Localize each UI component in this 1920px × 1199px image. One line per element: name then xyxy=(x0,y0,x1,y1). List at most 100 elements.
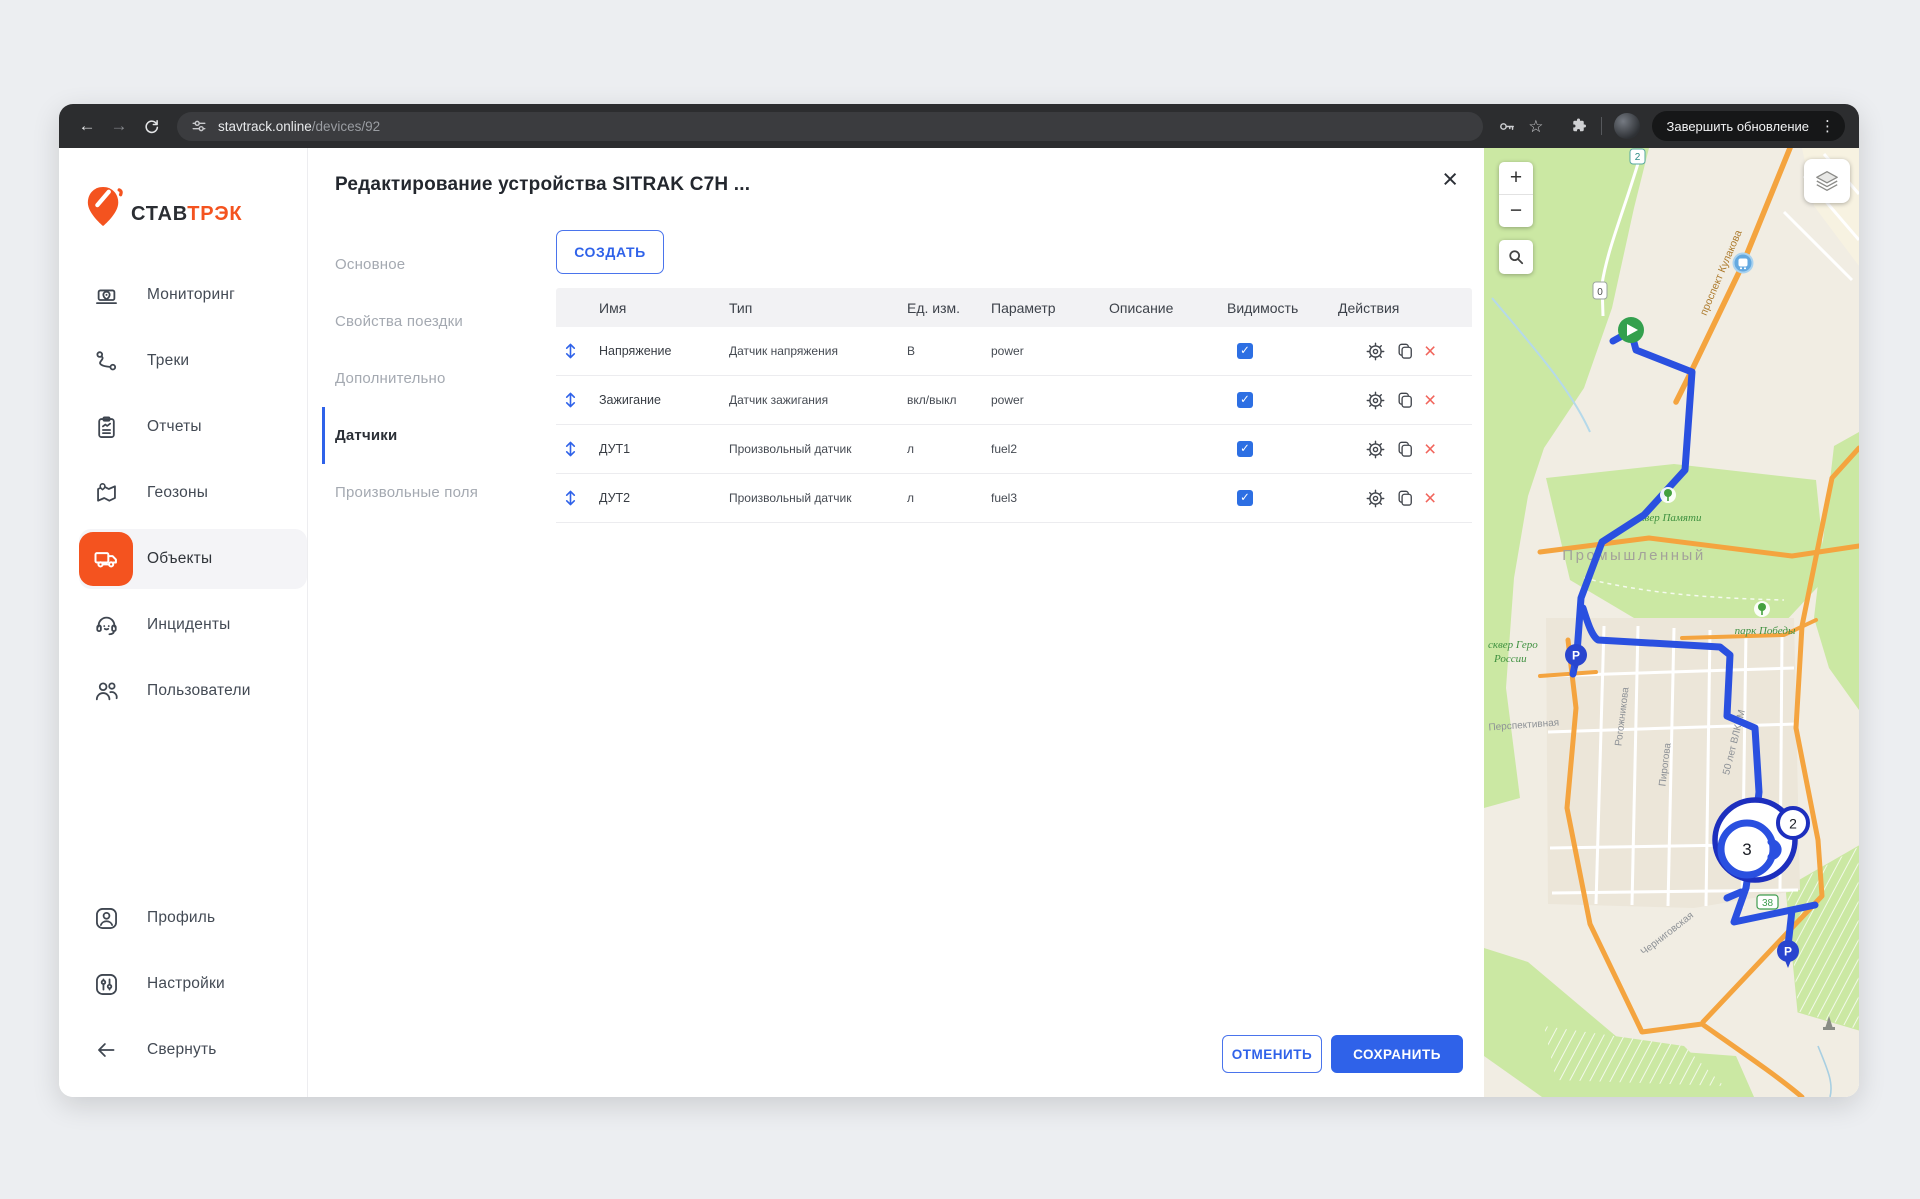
headset-icon xyxy=(79,598,133,652)
gear-icon[interactable] xyxy=(1365,341,1386,362)
sidebar-item-profile[interactable]: Профиль xyxy=(59,885,307,951)
toolbar-separator xyxy=(1601,117,1602,135)
sensor-type: Произвольный датчик xyxy=(714,491,892,505)
col-header-unit: Ед. изм. xyxy=(892,300,976,316)
sensor-row: Зажигание Датчик зажигания вкл/выкл powe… xyxy=(556,376,1472,425)
map-canvas[interactable]: Промышленный сквер Памяти парк Победы ск… xyxy=(1484,148,1859,1097)
sensors-table: Имя Тип Ед. изм. Параметр Описание Видим… xyxy=(556,288,1472,523)
back-arrow-icon[interactable]: ← xyxy=(73,112,101,140)
visibility-checkbox[interactable]: ✓ xyxy=(1237,490,1253,506)
sidebar-item-label: Мониторинг xyxy=(147,286,235,304)
sidebar-item-label: Геозоны xyxy=(147,484,208,502)
sidebar-item-monitoring[interactable]: Мониторинг xyxy=(59,262,307,328)
extensions-puzzle-icon[interactable] xyxy=(1571,117,1589,135)
svg-text:2: 2 xyxy=(1635,152,1641,163)
cancel-button[interactable]: ОТМЕНИТЬ xyxy=(1222,1035,1322,1073)
sidebar-item-tracks[interactable]: Треки xyxy=(59,328,307,394)
delete-icon[interactable]: × xyxy=(1424,341,1436,362)
tab-additional[interactable]: Дополнительно xyxy=(322,350,550,407)
copy-icon[interactable] xyxy=(1395,390,1415,410)
sensor-param: fuel3 xyxy=(976,491,1094,505)
drag-handle-icon[interactable] xyxy=(556,439,584,459)
map-zoom-control: + − xyxy=(1499,162,1533,227)
delete-icon[interactable]: × xyxy=(1424,390,1436,411)
svg-text:2: 2 xyxy=(1789,816,1797,832)
sensor-param: power xyxy=(976,393,1094,407)
save-button[interactable]: СОХРАНИТЬ xyxy=(1331,1035,1463,1073)
close-icon[interactable]: × xyxy=(1442,166,1458,193)
bus-stop-icon xyxy=(1734,254,1753,273)
route-start-marker[interactable] xyxy=(1618,317,1644,343)
visibility-checkbox[interactable]: ✓ xyxy=(1237,343,1253,359)
tab-custom-fields[interactable]: Произвольные поля xyxy=(322,464,550,521)
stavtrack-logo[interactable]: СТАВТРЭК xyxy=(59,148,307,244)
sensor-param: fuel2 xyxy=(976,442,1094,456)
layers-icon xyxy=(1814,168,1840,194)
visibility-checkbox[interactable]: ✓ xyxy=(1237,392,1253,408)
reload-icon[interactable] xyxy=(137,112,165,140)
tab-sensors[interactable]: Датчики xyxy=(322,407,550,464)
sidebar-item-geozones[interactable]: Геозоны xyxy=(59,460,307,526)
profile-avatar[interactable] xyxy=(1614,113,1640,139)
delete-icon[interactable]: × xyxy=(1424,488,1436,509)
sensor-name: Зажигание xyxy=(584,393,714,407)
sensor-param: power xyxy=(976,344,1094,358)
passwords-key-icon[interactable] xyxy=(1497,117,1516,136)
gear-icon[interactable] xyxy=(1365,439,1386,460)
col-header-name: Имя xyxy=(584,300,714,316)
zoom-in-button[interactable]: + xyxy=(1499,162,1533,194)
logo-pin-icon xyxy=(85,184,123,230)
sidebar-item-label: Объекты xyxy=(147,550,212,568)
sensor-row: ДУТ1 Произвольный датчик л fuel2 ✓ × xyxy=(556,425,1472,474)
drag-handle-icon[interactable] xyxy=(556,488,584,508)
browser-window: ← → stavtrack.online/devices/92 ☆ Заверш… xyxy=(59,104,1859,1097)
copy-icon[interactable] xyxy=(1395,439,1415,459)
sensor-unit: вкл/выкл xyxy=(892,393,976,407)
address-bar[interactable]: stavtrack.online/devices/92 xyxy=(177,112,1483,141)
map-search-button[interactable] xyxy=(1499,240,1533,274)
tab-general[interactable]: Основное xyxy=(322,236,550,293)
sidebar-item-label: Инциденты xyxy=(147,616,231,634)
sidebar-item-objects[interactable]: Объекты xyxy=(59,526,307,592)
sidebar-item-label: Настройки xyxy=(147,975,225,993)
sidebar-item-settings[interactable]: Настройки xyxy=(59,951,307,1017)
gear-icon[interactable] xyxy=(1365,488,1386,509)
finish-update-button[interactable]: Завершить обновление ⋮ xyxy=(1652,111,1845,141)
delete-icon[interactable]: × xyxy=(1424,439,1436,460)
svg-text:0: 0 xyxy=(1597,287,1603,298)
visibility-checkbox[interactable]: ✓ xyxy=(1237,441,1253,457)
site-settings-icon[interactable] xyxy=(191,118,207,134)
gear-icon[interactable] xyxy=(1365,390,1386,411)
logo-text: СТАВТРЭК xyxy=(131,203,242,226)
map-layers-button[interactable] xyxy=(1804,159,1850,203)
sidebar-item-collapse[interactable]: Свернуть xyxy=(59,1017,307,1083)
forward-arrow-icon[interactable]: → xyxy=(105,112,133,140)
svg-text:38: 38 xyxy=(1762,898,1774,909)
sensor-name: ДУТ1 xyxy=(584,442,714,456)
sidebar-item-reports[interactable]: Отчеты xyxy=(59,394,307,460)
zoom-out-button[interactable]: − xyxy=(1499,195,1533,227)
sidebar-item-label: Отчеты xyxy=(147,418,202,436)
map-panel[interactable]: Промышленный сквер Памяти парк Победы ск… xyxy=(1484,148,1859,1097)
copy-icon[interactable] xyxy=(1395,488,1415,508)
browser-menu-kebab-icon[interactable]: ⋮ xyxy=(1817,117,1838,135)
sensor-type: Датчик напряжения xyxy=(714,344,892,358)
sensor-type: Датчик зажигания xyxy=(714,393,892,407)
search-icon xyxy=(1508,249,1524,265)
create-sensor-button[interactable]: СОЗДАТЬ xyxy=(556,230,664,274)
copy-icon[interactable] xyxy=(1395,341,1415,361)
geozones-icon xyxy=(79,466,133,520)
table-header-row: Имя Тип Ед. изм. Параметр Описание Видим… xyxy=(556,288,1472,327)
drag-handle-icon[interactable] xyxy=(556,390,584,410)
sidebar-item-users[interactable]: Пользователи xyxy=(59,658,307,724)
collapse-arrow-icon xyxy=(79,1023,133,1077)
sensor-row: ДУТ2 Произвольный датчик л fuel3 ✓ × xyxy=(556,474,1472,523)
tab-trip-properties[interactable]: Свойства поездки xyxy=(322,293,550,350)
bookmark-star-icon[interactable]: ☆ xyxy=(1528,118,1543,135)
browser-toolbar: ← → stavtrack.online/devices/92 ☆ Заверш… xyxy=(59,104,1859,148)
drag-handle-icon[interactable] xyxy=(556,341,584,361)
modal-title: Редактирование устройства SITRAK C7H ... xyxy=(335,174,750,196)
park-heroes-label: сквер Геро xyxy=(1488,639,1538,651)
sidebar-item-incidents[interactable]: Инциденты xyxy=(59,592,307,658)
park-victory-label: парк Победы xyxy=(1735,625,1796,637)
